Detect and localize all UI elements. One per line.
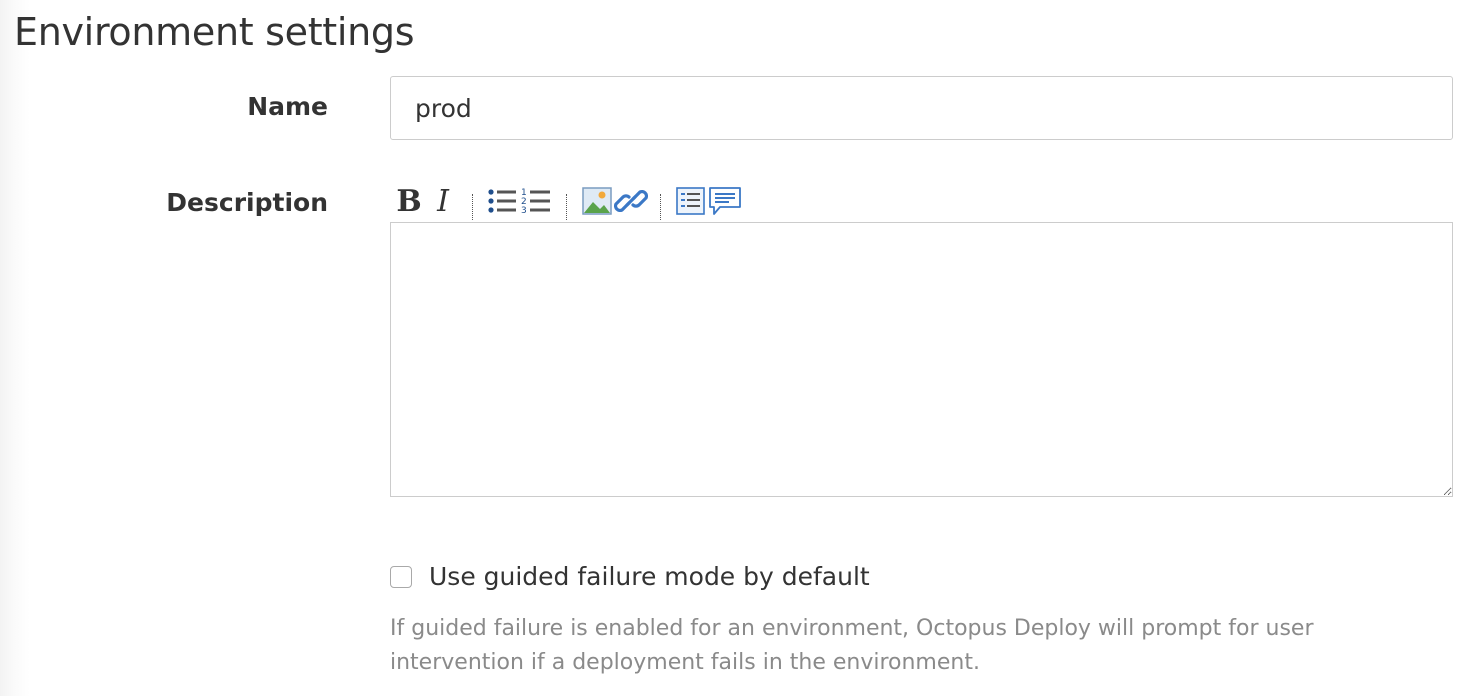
preview-icon[interactable]: [674, 181, 708, 221]
comment-icon: [709, 187, 741, 215]
bulleted-list-icon: [488, 189, 516, 213]
preview-icon: [676, 187, 705, 215]
image-icon[interactable]: [580, 181, 614, 221]
name-label: Name: [247, 92, 328, 121]
bold-icon[interactable]: B: [392, 181, 426, 221]
description-textarea[interactable]: [390, 222, 1453, 497]
description-label: Description: [166, 188, 328, 217]
numbered-list-icon: 1 2 3: [521, 188, 550, 216]
environment-settings-page: Environment settings Name Description B …: [0, 0, 1484, 696]
guided-failure-row: Use guided failure mode by default: [390, 562, 870, 591]
toolbar-separator: [660, 194, 662, 220]
image-icon: [582, 187, 612, 215]
toolbar-separator: [566, 194, 568, 220]
bulleted-list-icon[interactable]: [486, 181, 520, 221]
comment-icon[interactable]: [708, 181, 742, 221]
toolbar-separator: [472, 194, 474, 220]
page-title: Environment settings: [14, 10, 415, 54]
italic-icon[interactable]: I: [426, 181, 460, 221]
name-input[interactable]: [390, 76, 1453, 140]
numbered-list-icon[interactable]: 1 2 3: [520, 181, 554, 221]
link-icon[interactable]: [614, 181, 648, 221]
guided-failure-label[interactable]: Use guided failure mode by default: [429, 562, 870, 591]
svg-text:3: 3: [521, 206, 527, 216]
description-toolbar: B I 1 2 3: [392, 180, 742, 222]
guided-failure-checkbox[interactable]: [390, 565, 412, 588]
guided-failure-help-text: If guided failure is enabled for an envi…: [390, 616, 1314, 675]
link-icon: [614, 189, 648, 213]
